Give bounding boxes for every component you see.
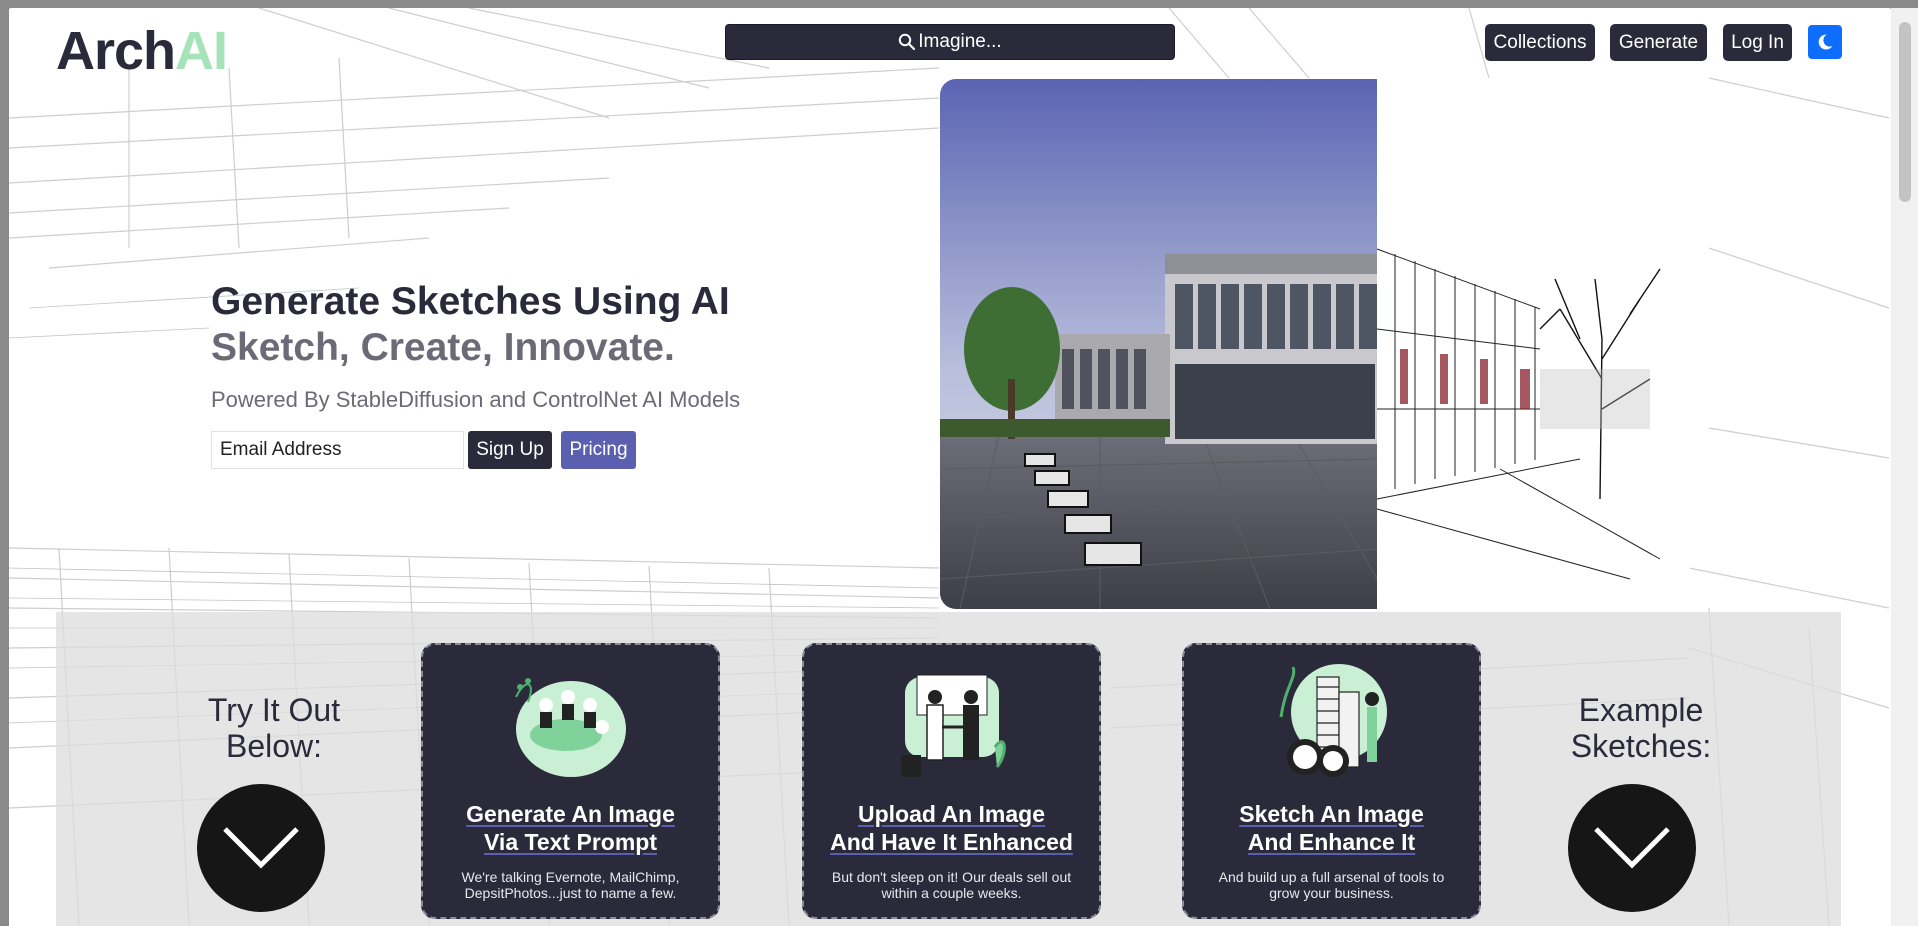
- vertical-scrollbar[interactable]: [1891, 8, 1918, 926]
- card-title: Generate An Image Via Text Prompt: [423, 800, 718, 856]
- search-bar[interactable]: Imagine...: [725, 24, 1175, 60]
- theme-toggle-button[interactable]: [1808, 25, 1842, 59]
- card-title: Sketch An Image And Enhance It: [1184, 800, 1479, 856]
- chevron-down-icon: [1594, 827, 1670, 869]
- pricing-button[interactable]: Pricing: [561, 431, 636, 469]
- card-title-line1: Upload An Image: [858, 801, 1045, 827]
- scroll-down-button-right[interactable]: [1568, 784, 1696, 912]
- feature-card-text-prompt[interactable]: Generate An Image Via Text Prompt We're t…: [421, 643, 720, 919]
- page: ArchAI Imagine... Collections Generate L…: [9, 8, 1891, 926]
- generate-button[interactable]: Generate: [1610, 24, 1707, 61]
- logo-text-arch: Arch: [56, 21, 176, 81]
- feature-card-sketch-image[interactable]: Sketch An Image And Enhance It And build …: [1182, 643, 1481, 919]
- login-button[interactable]: Log In: [1723, 24, 1792, 61]
- card-title-line1: Generate An Image: [466, 801, 675, 827]
- coins-illustration: [1279, 664, 1387, 777]
- hero-title: Generate Sketches Using AI: [211, 280, 730, 323]
- email-field[interactable]: Email Address: [211, 431, 464, 469]
- card-title-line2: And Have It Enhanced: [830, 829, 1073, 855]
- team-meeting-illustration: [514, 678, 626, 777]
- card-description: But don't sleep on it! Our deals sell ou…: [831, 869, 1072, 901]
- chevron-down-icon: [223, 827, 299, 869]
- card-description: And build up a full arsenal of tools to …: [1218, 869, 1445, 901]
- card-description: We're talking Evernote, MailChimp, Depsi…: [461, 869, 680, 901]
- hero-powered-by: Powered By StableDiffusion and ControlNe…: [211, 387, 741, 412]
- hero-comparison-image[interactable]: [940, 79, 1690, 609]
- app-logo[interactable]: ArchAI: [56, 21, 228, 81]
- collections-button[interactable]: Collections: [1485, 24, 1595, 61]
- card-title-line2: Via Text Prompt: [484, 829, 657, 855]
- moon-icon: [1818, 34, 1833, 50]
- example-sketches-label: Example Sketches:: [1570, 692, 1712, 764]
- search-placeholder: Imagine...: [918, 31, 1002, 52]
- feature-card-upload-image[interactable]: Upload An Image And Have It Enhanced But …: [802, 643, 1101, 919]
- email-placeholder: Email Address: [220, 439, 342, 460]
- logo-text-ai: AI: [175, 21, 228, 81]
- scrollbar-thumb[interactable]: [1899, 22, 1911, 202]
- handshake-illustration: [900, 674, 1006, 777]
- card-title: Upload An Image And Have It Enhanced: [804, 800, 1099, 856]
- card-title-line1: Sketch An Image: [1239, 801, 1424, 827]
- hero-image-art: [940, 79, 1690, 609]
- signup-button[interactable]: Sign Up: [468, 431, 552, 469]
- hero-subtitle: Sketch, Create, Innovate.: [211, 326, 675, 369]
- card-title-line2: And Enhance It: [1247, 829, 1416, 855]
- search-icon: [899, 33, 916, 51]
- scroll-down-button-left[interactable]: [197, 784, 325, 912]
- try-it-out-label: Try It Out Below:: [207, 692, 341, 764]
